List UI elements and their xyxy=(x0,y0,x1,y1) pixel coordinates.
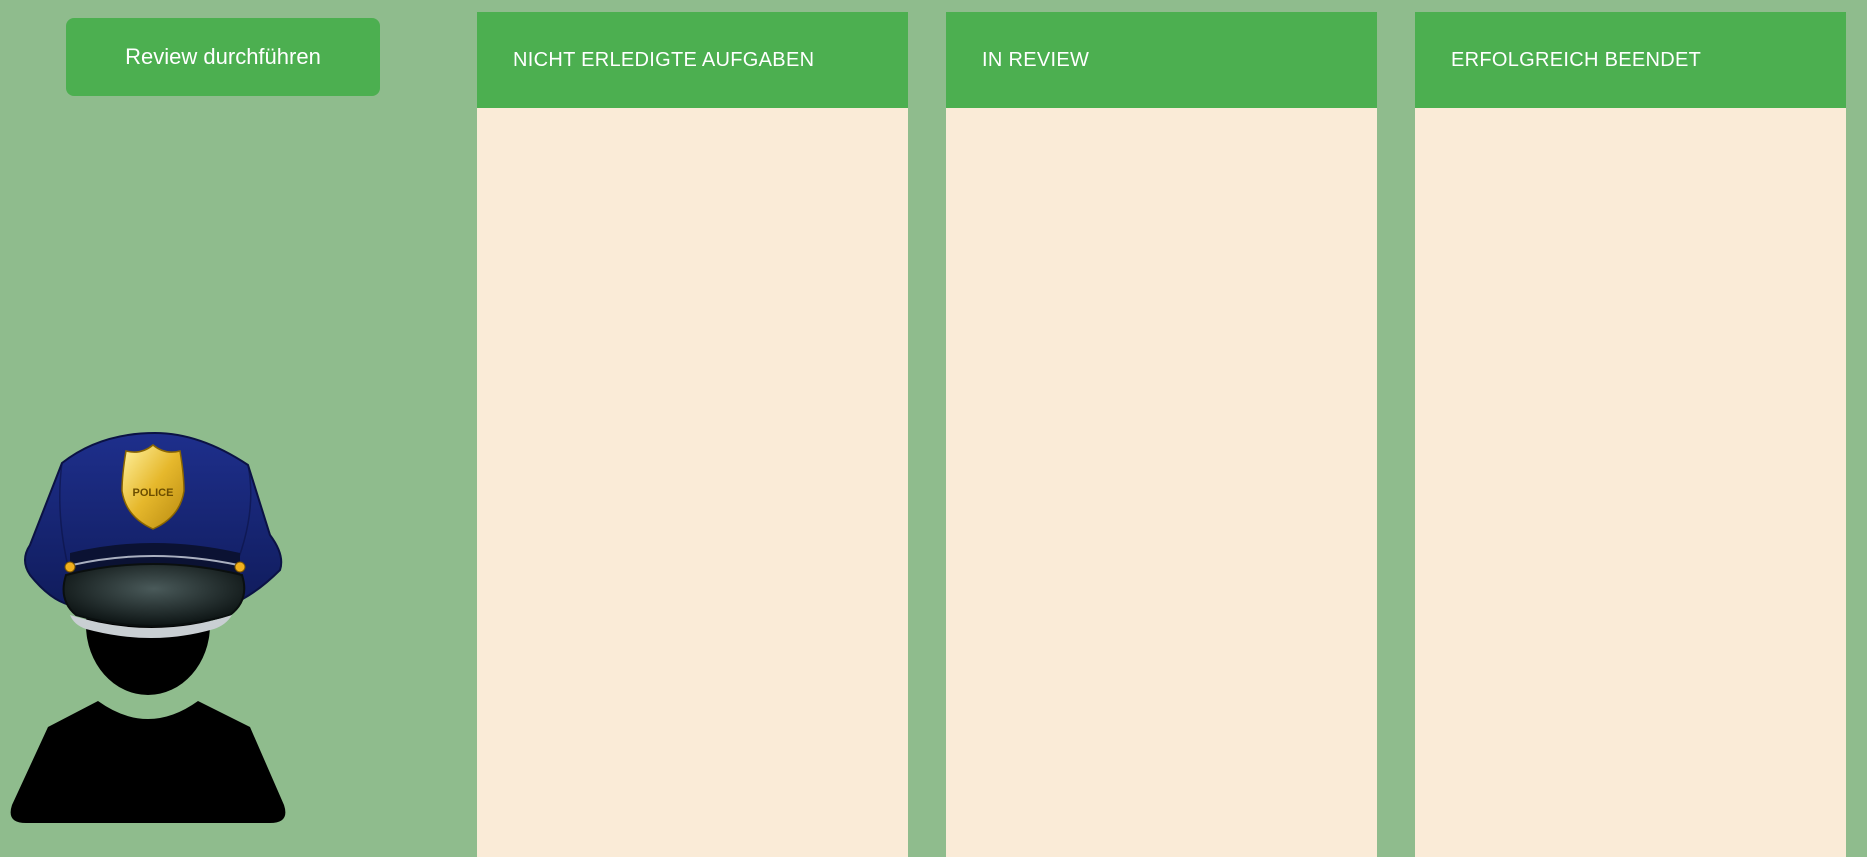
column-done: ERFOLGREICH BEENDET xyxy=(1415,12,1846,857)
column-dropzone-done[interactable] xyxy=(1415,108,1846,857)
police-officer-icon: POLICE xyxy=(10,431,286,823)
column-pending: NICHT ERLEDIGTE AUFGABEN xyxy=(477,12,908,857)
police-cap-visor xyxy=(62,563,246,627)
column-header-in-review: IN REVIEW xyxy=(946,12,1377,108)
review-button[interactable]: Review durchführen xyxy=(66,18,380,96)
column-header-done: ERFOLGREICH BEENDET xyxy=(1415,12,1846,108)
person-body-shape xyxy=(10,701,286,823)
police-reviewer-avatar: POLICE xyxy=(0,425,300,825)
column-title: IN REVIEW xyxy=(982,48,1090,71)
column-dropzone-in-review[interactable] xyxy=(946,108,1377,857)
column-dropzone-pending[interactable] xyxy=(477,108,908,857)
column-title: NICHT ERLEDIGTE AUFGABEN xyxy=(513,48,815,71)
column-in-review: IN REVIEW xyxy=(946,12,1377,857)
police-badge-text: POLICE xyxy=(133,487,174,499)
column-title: ERFOLGREICH BEENDET xyxy=(1451,48,1702,71)
column-header-pending: NICHT ERLEDIGTE AUFGABEN xyxy=(477,12,908,108)
